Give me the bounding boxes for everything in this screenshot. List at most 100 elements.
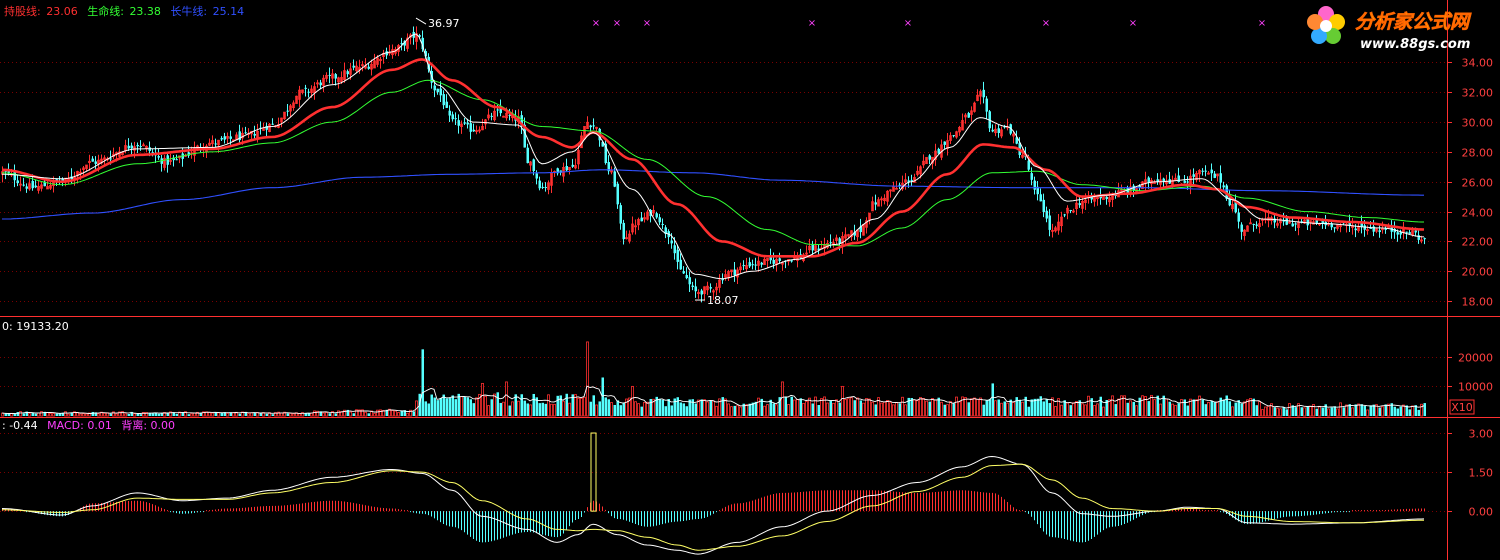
candle-body <box>1105 196 1108 200</box>
volume-bar <box>1417 409 1420 416</box>
volume-bar <box>508 405 511 416</box>
volume-bar <box>1045 399 1048 416</box>
volume-bar <box>721 397 724 416</box>
volume-bar <box>421 349 424 416</box>
volume-bar <box>616 400 619 416</box>
candle-body <box>139 146 142 148</box>
volume-bar <box>619 405 622 416</box>
candle-body <box>748 262 751 267</box>
candle-body <box>1048 215 1051 230</box>
volume-bar <box>853 400 856 416</box>
candle-body <box>790 260 793 262</box>
volume-bar <box>1369 405 1372 416</box>
volume-bar <box>238 413 241 416</box>
volume-bar <box>928 401 931 416</box>
candle-body <box>34 185 37 188</box>
volume-bar <box>829 400 832 416</box>
candle-body <box>1222 185 1225 188</box>
volume-bar <box>544 403 547 416</box>
candle-body <box>997 128 1000 134</box>
volume-bar <box>1186 405 1189 416</box>
volume-bar <box>1048 403 1051 416</box>
candle-body <box>109 158 112 160</box>
candle-body <box>1210 169 1213 174</box>
volume-bar <box>598 401 601 416</box>
volume-bar <box>649 399 652 416</box>
candle-body <box>1090 197 1093 200</box>
volume-bar <box>259 413 262 416</box>
candle-body <box>526 147 529 164</box>
candle-body <box>1252 223 1255 225</box>
price-tick-label: 24.00 <box>1462 207 1494 220</box>
stock-chart: 36.97 18.07 × × × × × × × × 18.00 20.00 22.00 24.00 2… <box>0 0 1500 560</box>
volume-bar <box>790 396 793 416</box>
candle-body <box>1183 180 1186 183</box>
candle-body <box>1147 177 1150 183</box>
volume-bar <box>1294 407 1297 416</box>
candle-body <box>538 180 541 189</box>
long-line-value: 25.14 <box>213 5 245 18</box>
macd-tick-label: 0.00 <box>1469 506 1494 519</box>
volume-bar <box>214 412 217 416</box>
volume-bar <box>1033 398 1036 416</box>
signal-marker: × <box>808 18 816 29</box>
signal-marker: × <box>592 18 600 29</box>
volume-bar <box>661 399 664 416</box>
volume-bar <box>943 404 946 416</box>
volume-bar <box>988 399 991 416</box>
candle-body <box>1306 218 1309 226</box>
candle-body <box>688 277 691 285</box>
volume-bar <box>454 399 457 416</box>
volume-bar <box>1423 403 1426 416</box>
candle-body <box>565 165 568 171</box>
volume-bar <box>1384 404 1387 416</box>
candle-body <box>1255 224 1258 226</box>
volume-bar <box>526 403 529 416</box>
candle-body <box>346 71 349 75</box>
volume-bar <box>1147 401 1150 416</box>
candle-body <box>367 66 370 69</box>
volume-bar <box>328 413 331 416</box>
volume-bar <box>1201 399 1204 416</box>
volume-bar <box>1255 405 1258 416</box>
candle-body <box>490 115 493 117</box>
divergence-value: 背离: 0.00 <box>121 418 175 432</box>
volume-bar <box>874 404 877 416</box>
candle-body <box>319 82 322 86</box>
candle-body <box>1027 160 1030 170</box>
volume-bar <box>1099 396 1102 416</box>
volume-bar <box>463 396 466 416</box>
candle-body <box>1213 173 1216 178</box>
volume-bar <box>1168 401 1171 416</box>
volume-bar <box>1240 403 1243 416</box>
volume-bar <box>157 413 160 416</box>
volume-bar <box>601 377 604 416</box>
volume-bar <box>424 401 427 416</box>
candle-body <box>772 259 775 264</box>
candle-body <box>991 129 994 132</box>
candle-body <box>928 155 931 160</box>
volume-bar <box>496 392 499 416</box>
volume-bar <box>439 398 442 416</box>
candle-body <box>25 186 28 189</box>
candle-body <box>1186 181 1189 183</box>
volume-bar <box>1003 401 1006 416</box>
volume-bar <box>1408 409 1411 416</box>
candle-body <box>457 120 460 126</box>
volume-tick-label: 20000 <box>1458 352 1493 365</box>
candle-body <box>691 285 694 288</box>
volume-bar <box>1273 407 1276 416</box>
signal-marker: × <box>613 18 621 29</box>
candle-body <box>253 133 256 136</box>
volume-bar <box>1126 402 1129 416</box>
volume-bar <box>784 396 787 416</box>
volume-bar <box>733 405 736 416</box>
macd-value: MACD: 0.01 <box>47 419 112 432</box>
volume-bar <box>1228 401 1231 416</box>
candle-body <box>1405 231 1408 233</box>
candle-body <box>838 238 841 244</box>
volume-bar <box>1210 400 1213 416</box>
volume-bar <box>286 413 289 416</box>
volume-bar <box>691 399 694 416</box>
volume-bar <box>1282 406 1285 416</box>
